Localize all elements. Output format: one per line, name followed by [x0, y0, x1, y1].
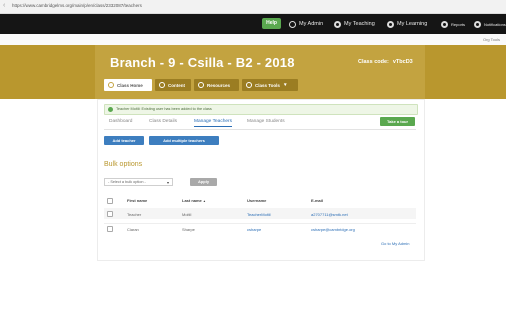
tab-label: Content: [168, 82, 185, 88]
apply-button[interactable]: Apply: [190, 178, 217, 186]
subtab-manage-teachers[interactable]: Manage Teachers: [194, 119, 233, 127]
bulk-option-select[interactable]: - Select a bulk option - ▾: [104, 178, 173, 186]
alert-message: Teacher Moltil: Existing user has been a…: [116, 107, 212, 111]
cell-first-name: Ciaran: [127, 227, 139, 232]
teaching-icon: [334, 20, 341, 28]
top-navigation: Help My Admin My Teaching My Learning Re…: [0, 14, 506, 34]
cell-last-name: Sharpe: [182, 227, 195, 232]
header-first-name[interactable]: First name: [127, 198, 147, 203]
header-last-name[interactable]: Last name ▲: [182, 198, 206, 203]
page-title: Branch - 9 - Csilla - B2 - 2018: [110, 55, 295, 70]
chevron-down-icon: ▾: [283, 82, 287, 88]
dropdown-caret-icon: ▾: [166, 180, 169, 185]
header-email[interactable]: E-mail: [311, 198, 323, 203]
nav-label: My Admin: [299, 21, 324, 27]
cell-first-name: Teacher: [127, 212, 142, 217]
nav-notifications[interactable]: Notifications: [474, 19, 506, 29]
go-to-my-admin-link[interactable]: Go to My Admin: [381, 241, 409, 246]
select-all-checkbox[interactable]: [107, 198, 113, 204]
subtab-manage-students[interactable]: Manage Students: [247, 119, 285, 124]
cell-email-link[interactable]: csharpe@cambridge.org: [311, 227, 355, 232]
reports-icon: [441, 20, 448, 28]
nav-my-admin[interactable]: My Admin: [289, 19, 323, 29]
header-username[interactable]: Username: [247, 198, 266, 203]
nav-label: Notifications: [484, 21, 506, 27]
cell-email-link[interactable]: a2707711@smtk.net: [311, 212, 348, 217]
org-tools-menu[interactable]: Org Tools: [483, 37, 500, 42]
tab-content[interactable]: Content: [155, 79, 191, 91]
tab-resources[interactable]: Resources: [194, 79, 239, 91]
add-multiple-teachers-button[interactable]: Add multiple teachers: [149, 136, 219, 145]
cell-last-name: Moltil: [182, 212, 192, 217]
add-teacher-button[interactable]: Add teacher: [104, 136, 144, 145]
tab-class-home[interactable]: Class Home: [104, 79, 152, 91]
check-icon: [108, 107, 113, 112]
nav-reports[interactable]: Reports: [441, 19, 465, 29]
browser-address-bar: ‹ https://www.cambridgelms.org/main/p/en…: [0, 0, 506, 14]
class-code-label: Class code:: [358, 59, 389, 65]
nav-my-teaching[interactable]: My Teaching: [334, 19, 375, 29]
bulk-options-title: Bulk options: [104, 161, 143, 168]
nav-label: My Teaching: [344, 21, 375, 27]
resources-icon: [198, 82, 204, 88]
cell-username-link[interactable]: csharpe: [247, 227, 261, 232]
nav-label: Reports: [451, 21, 466, 27]
help-button[interactable]: Help: [262, 18, 281, 29]
nav-label: My Learning: [397, 21, 428, 27]
subtab-dashboard[interactable]: Dashboard: [109, 119, 132, 124]
home-icon: [108, 82, 114, 88]
content-icon: [159, 82, 165, 88]
tab-label: Class Tools: [255, 82, 280, 88]
url-field[interactable]: https://www.cambridgelms.org/main/p/en/c…: [12, 3, 142, 8]
subtab-divider: [104, 129, 416, 130]
sort-asc-icon: ▲: [202, 199, 206, 203]
back-arrow-icon[interactable]: ‹: [3, 2, 5, 9]
notifications-icon: [474, 20, 481, 28]
tab-label: Resources: [207, 82, 231, 88]
tab-class-tools[interactable]: Class Tools ▾: [242, 79, 298, 91]
header-last-name-label: Last name: [182, 198, 202, 203]
row-checkbox[interactable]: [107, 226, 113, 232]
tab-label: Class Home: [117, 82, 143, 88]
learning-icon: [387, 20, 394, 28]
row-checkbox[interactable]: [107, 211, 113, 217]
admin-icon: [289, 20, 296, 28]
tools-icon: [246, 82, 252, 88]
cell-username-link[interactable]: TeacherMoltil: [247, 212, 271, 217]
take-a-tour-button[interactable]: Take a tour: [380, 117, 415, 126]
nav-my-learning[interactable]: My Learning: [387, 19, 427, 29]
class-code: Class code: vTbcD3: [358, 59, 413, 65]
success-alert: Teacher Moltil: Existing user has been a…: [104, 104, 418, 115]
bulk-select-value: - Select a bulk option -: [108, 180, 146, 184]
class-code-value: vTbcD3: [392, 59, 413, 65]
subtab-class-details[interactable]: Class Details: [149, 119, 177, 124]
